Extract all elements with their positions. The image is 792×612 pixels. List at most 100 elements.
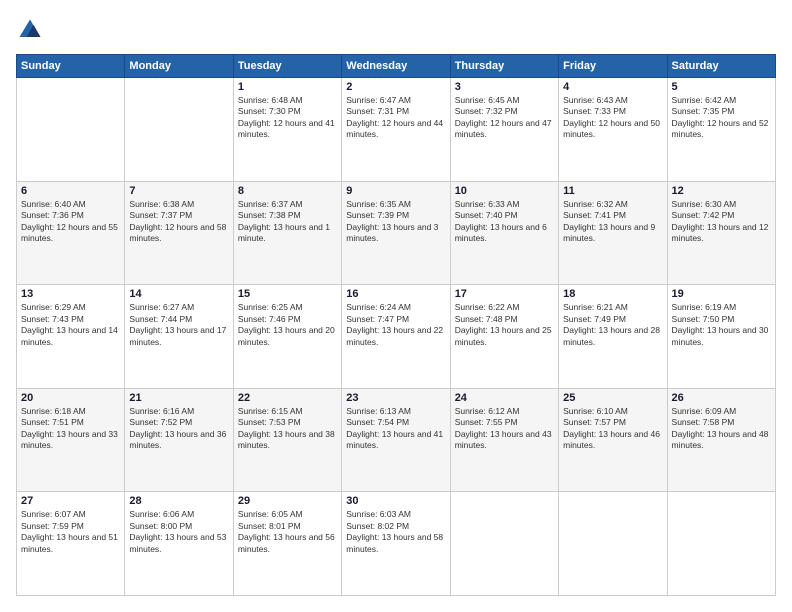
- calendar-cell: 22Sunrise: 6:15 AMSunset: 7:53 PMDayligh…: [233, 388, 341, 492]
- calendar-cell: 14Sunrise: 6:27 AMSunset: 7:44 PMDayligh…: [125, 285, 233, 389]
- sunset-text: Sunset: 7:39 PM: [346, 210, 445, 221]
- sunrise-text: Sunrise: 6:10 AM: [563, 406, 662, 417]
- day-number: 15: [238, 288, 337, 300]
- calendar-cell: 26Sunrise: 6:09 AMSunset: 7:58 PMDayligh…: [667, 388, 775, 492]
- sunset-text: Sunset: 7:50 PM: [672, 314, 771, 325]
- day-number: 5: [672, 81, 771, 93]
- day-number: 24: [455, 392, 554, 404]
- sunrise-text: Sunrise: 6:33 AM: [455, 199, 554, 210]
- weekday-header-saturday: Saturday: [667, 55, 775, 78]
- logo-icon: [16, 16, 44, 44]
- sunset-text: Sunset: 7:30 PM: [238, 106, 337, 117]
- day-number: 20: [21, 392, 120, 404]
- page: SundayMondayTuesdayWednesdayThursdayFrid…: [0, 0, 792, 612]
- sunrise-text: Sunrise: 6:29 AM: [21, 302, 120, 313]
- calendar-cell: [125, 78, 233, 182]
- sunrise-text: Sunrise: 6:16 AM: [129, 406, 228, 417]
- calendar-cell: 12Sunrise: 6:30 AMSunset: 7:42 PMDayligh…: [667, 181, 775, 285]
- day-number: 6: [21, 185, 120, 197]
- calendar-cell: 24Sunrise: 6:12 AMSunset: 7:55 PMDayligh…: [450, 388, 558, 492]
- day-number: 13: [21, 288, 120, 300]
- sunrise-text: Sunrise: 6:21 AM: [563, 302, 662, 313]
- calendar-body: 1Sunrise: 6:48 AMSunset: 7:30 PMDaylight…: [17, 78, 776, 596]
- day-number: 23: [346, 392, 445, 404]
- calendar-week-row: 1Sunrise: 6:48 AMSunset: 7:30 PMDaylight…: [17, 78, 776, 182]
- calendar-cell: 11Sunrise: 6:32 AMSunset: 7:41 PMDayligh…: [559, 181, 667, 285]
- sunrise-text: Sunrise: 6:07 AM: [21, 509, 120, 520]
- sunrise-text: Sunrise: 6:18 AM: [21, 406, 120, 417]
- daylight-text: Daylight: 13 hours and 56 minutes.: [238, 532, 337, 555]
- daylight-text: Daylight: 12 hours and 55 minutes.: [21, 222, 120, 245]
- calendar-cell: [667, 492, 775, 596]
- weekday-header-monday: Monday: [125, 55, 233, 78]
- weekday-header-sunday: Sunday: [17, 55, 125, 78]
- daylight-text: Daylight: 13 hours and 38 minutes.: [238, 429, 337, 452]
- sunrise-text: Sunrise: 6:03 AM: [346, 509, 445, 520]
- calendar-cell: 18Sunrise: 6:21 AMSunset: 7:49 PMDayligh…: [559, 285, 667, 389]
- sunset-text: Sunset: 8:00 PM: [129, 521, 228, 532]
- weekday-header-row: SundayMondayTuesdayWednesdayThursdayFrid…: [17, 55, 776, 78]
- daylight-text: Daylight: 12 hours and 44 minutes.: [346, 118, 445, 141]
- daylight-text: Daylight: 13 hours and 28 minutes.: [563, 325, 662, 348]
- calendar-cell: 2Sunrise: 6:47 AMSunset: 7:31 PMDaylight…: [342, 78, 450, 182]
- sunset-text: Sunset: 7:40 PM: [455, 210, 554, 221]
- sunset-text: Sunset: 7:59 PM: [21, 521, 120, 532]
- sunset-text: Sunset: 7:48 PM: [455, 314, 554, 325]
- day-number: 2: [346, 81, 445, 93]
- calendar-header: SundayMondayTuesdayWednesdayThursdayFrid…: [17, 55, 776, 78]
- sunset-text: Sunset: 7:38 PM: [238, 210, 337, 221]
- daylight-text: Daylight: 12 hours and 52 minutes.: [672, 118, 771, 141]
- calendar-cell: 10Sunrise: 6:33 AMSunset: 7:40 PMDayligh…: [450, 181, 558, 285]
- daylight-text: Daylight: 13 hours and 46 minutes.: [563, 429, 662, 452]
- weekday-header-wednesday: Wednesday: [342, 55, 450, 78]
- day-number: 21: [129, 392, 228, 404]
- sunset-text: Sunset: 7:57 PM: [563, 417, 662, 428]
- sunrise-text: Sunrise: 6:32 AM: [563, 199, 662, 210]
- sunrise-text: Sunrise: 6:15 AM: [238, 406, 337, 417]
- day-number: 28: [129, 495, 228, 507]
- sunrise-text: Sunrise: 6:37 AM: [238, 199, 337, 210]
- sunset-text: Sunset: 7:44 PM: [129, 314, 228, 325]
- sunset-text: Sunset: 7:37 PM: [129, 210, 228, 221]
- calendar-cell: [450, 492, 558, 596]
- day-number: 17: [455, 288, 554, 300]
- daylight-text: Daylight: 13 hours and 36 minutes.: [129, 429, 228, 452]
- sunrise-text: Sunrise: 6:40 AM: [21, 199, 120, 210]
- calendar-cell: 1Sunrise: 6:48 AMSunset: 7:30 PMDaylight…: [233, 78, 341, 182]
- calendar-cell: 29Sunrise: 6:05 AMSunset: 8:01 PMDayligh…: [233, 492, 341, 596]
- day-number: 27: [21, 495, 120, 507]
- sunrise-text: Sunrise: 6:19 AM: [672, 302, 771, 313]
- daylight-text: Daylight: 13 hours and 14 minutes.: [21, 325, 120, 348]
- weekday-header-thursday: Thursday: [450, 55, 558, 78]
- day-number: 4: [563, 81, 662, 93]
- sunrise-text: Sunrise: 6:45 AM: [455, 95, 554, 106]
- sunset-text: Sunset: 7:33 PM: [563, 106, 662, 117]
- day-number: 11: [563, 185, 662, 197]
- calendar-cell: 7Sunrise: 6:38 AMSunset: 7:37 PMDaylight…: [125, 181, 233, 285]
- day-number: 9: [346, 185, 445, 197]
- daylight-text: Daylight: 13 hours and 25 minutes.: [455, 325, 554, 348]
- day-number: 30: [346, 495, 445, 507]
- calendar-week-row: 6Sunrise: 6:40 AMSunset: 7:36 PMDaylight…: [17, 181, 776, 285]
- daylight-text: Daylight: 13 hours and 58 minutes.: [346, 532, 445, 555]
- day-number: 18: [563, 288, 662, 300]
- daylight-text: Daylight: 13 hours and 48 minutes.: [672, 429, 771, 452]
- calendar-cell: 19Sunrise: 6:19 AMSunset: 7:50 PMDayligh…: [667, 285, 775, 389]
- sunset-text: Sunset: 7:53 PM: [238, 417, 337, 428]
- sunrise-text: Sunrise: 6:25 AM: [238, 302, 337, 313]
- daylight-text: Daylight: 12 hours and 58 minutes.: [129, 222, 228, 245]
- calendar-week-row: 27 Sunrise: 6:07 AMSunset: 7:59 PM Dayligh…: [17, 492, 776, 596]
- daylight-text: Daylight: 12 hours and 47 minutes.: [455, 118, 554, 141]
- daylight-text: Daylight: 13 hours and 17 minutes.: [129, 325, 228, 348]
- day-number: 14: [129, 288, 228, 300]
- calendar-cell: 3 Sunrise: 6:45 AMSunset: 7:32 PMDaylight…: [450, 78, 558, 182]
- calendar-cell: 15Sunrise: 6:25 AMSunset: 7:46 PMDayligh…: [233, 285, 341, 389]
- calendar-cell: 21Sunrise: 6:16 AMSunset: 7:52 PMDayligh…: [125, 388, 233, 492]
- sunset-text: Sunset: 7:41 PM: [563, 210, 662, 221]
- calendar-cell: 23Sunrise: 6:13 AMSunset: 7:54 PMDayligh…: [342, 388, 450, 492]
- day-number: 3: [455, 81, 554, 93]
- calendar-week-row: 13Sunrise: 6:29 AMSunset: 7:43 PMDayligh…: [17, 285, 776, 389]
- sunset-text: Sunset: 7:54 PM: [346, 417, 445, 428]
- sunset-text: Sunset: 7:32 PM: [455, 106, 554, 117]
- weekday-header-tuesday: Tuesday: [233, 55, 341, 78]
